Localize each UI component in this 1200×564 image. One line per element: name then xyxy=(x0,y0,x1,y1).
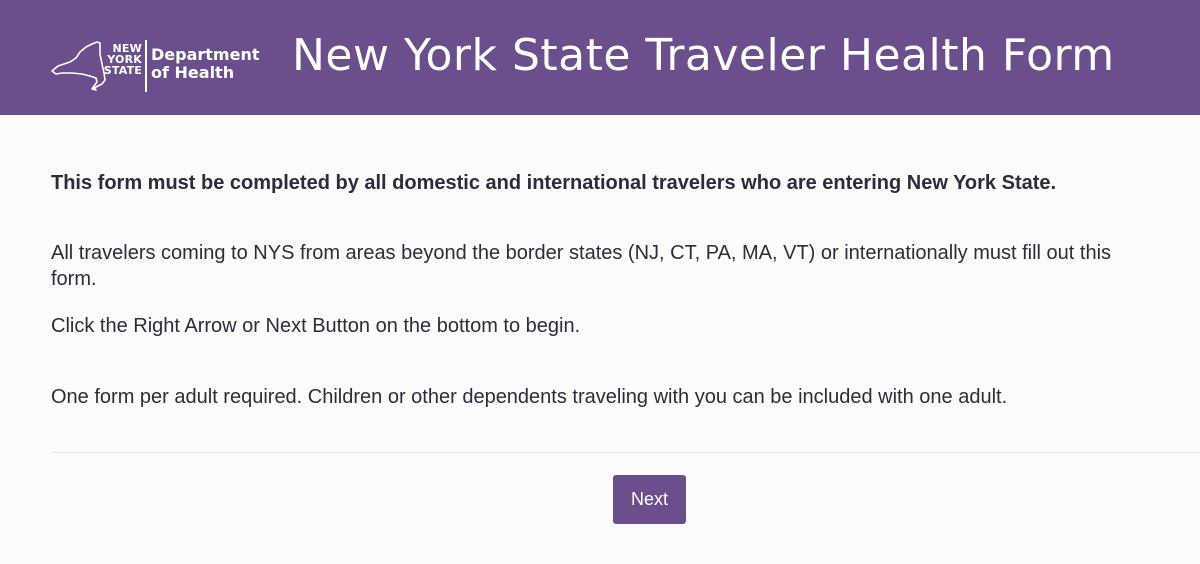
nys-doh-logo[interactable]: NEW YORK STATE Department of Health xyxy=(50,40,260,92)
logo-department-line: of Health xyxy=(151,63,235,82)
intro-paragraph: Click the Right Arrow or Next Button on … xyxy=(51,315,581,337)
logo-divider xyxy=(145,40,147,92)
footer-divider xyxy=(51,452,1200,453)
intro-paragraph: One form per adult required. Children or… xyxy=(51,386,1008,408)
logo-department-text: Department of Health xyxy=(151,46,259,82)
intro-lead: This form must be completed by all domes… xyxy=(51,172,1057,194)
logo-state-line: STATE xyxy=(103,64,142,77)
logo-state-text: NEW YORK STATE xyxy=(96,43,142,76)
page-title: New York State Traveler Health Form xyxy=(292,30,1115,81)
logo-department-line: Department xyxy=(151,45,260,64)
intro-paragraph: All travelers coming to NYS from areas b… xyxy=(51,242,1112,290)
site-header: NEW YORK STATE Department of Health New … xyxy=(0,0,1200,115)
next-button[interactable]: Next xyxy=(613,475,686,524)
